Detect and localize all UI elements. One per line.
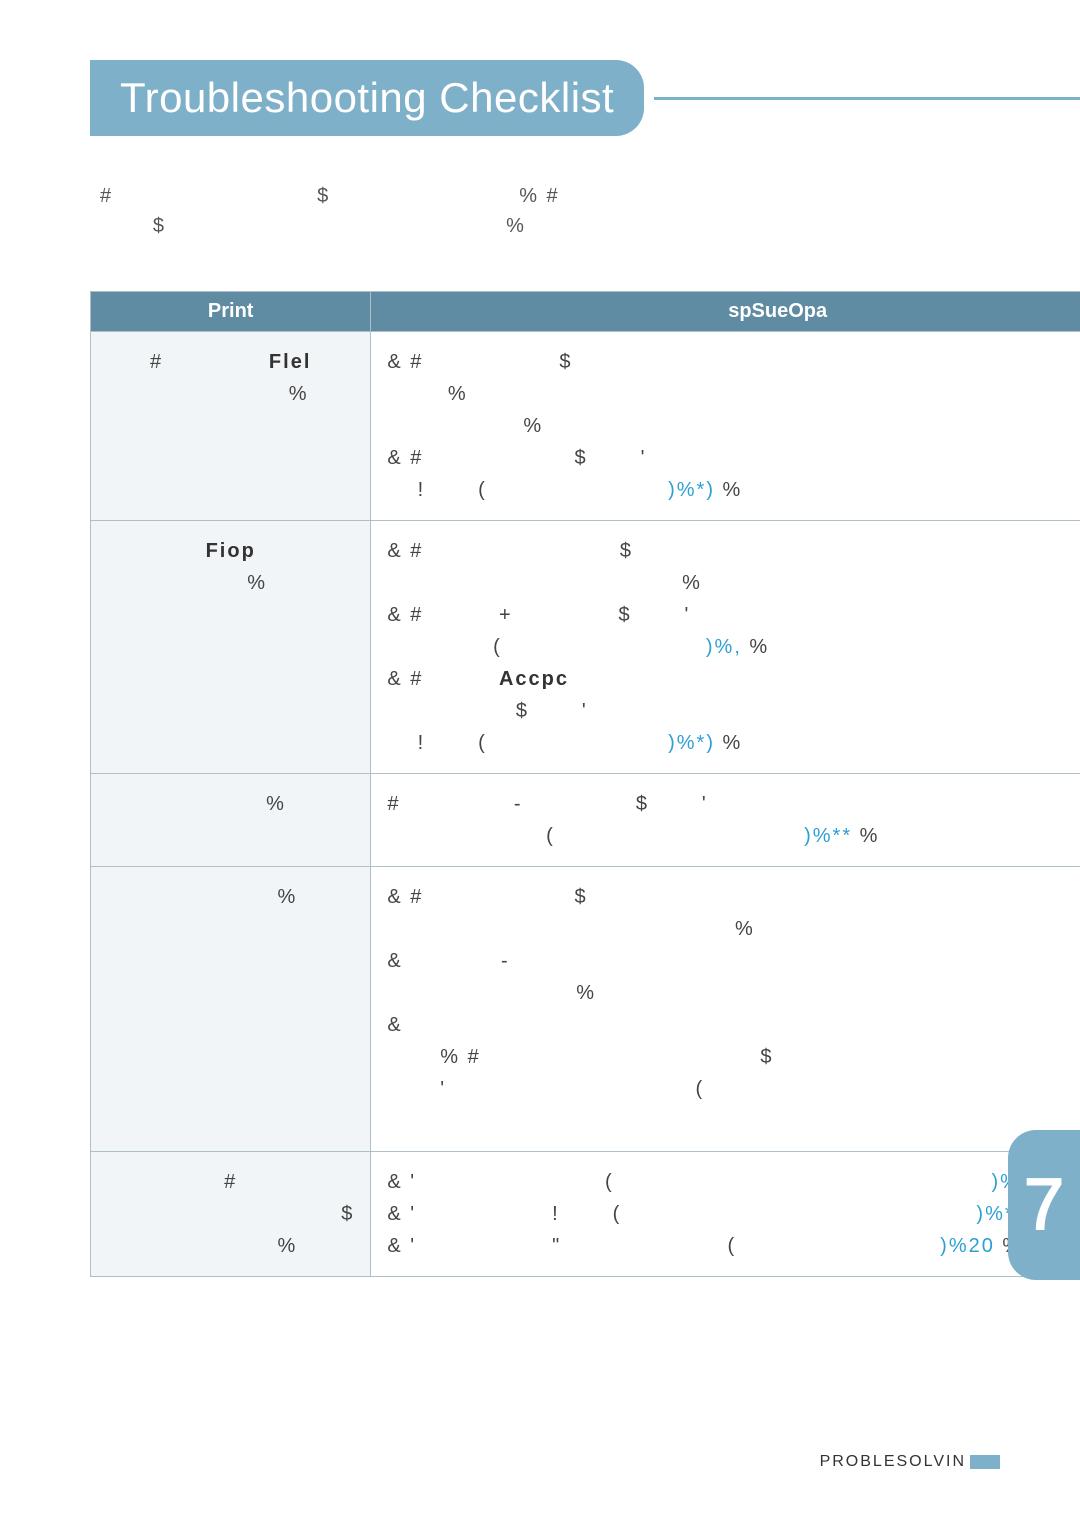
- title-rule: [654, 97, 1080, 100]
- cell-line: [387, 1105, 1080, 1137]
- problem-cell: Fiop %: [91, 521, 371, 774]
- bold-term: Flel: [269, 351, 311, 373]
- cell-line: ! ( )%*) %: [387, 727, 1080, 759]
- cell-line: #: [107, 1166, 354, 1198]
- cell-line: %: [107, 881, 354, 913]
- cell-line: %: [107, 567, 354, 599]
- page-ref-link[interactable]: )%,: [706, 636, 742, 658]
- page-ref-link[interactable]: )%*): [668, 732, 715, 754]
- page-ref-link[interactable]: )%20: [940, 1235, 995, 1257]
- cell-line: & -: [387, 945, 1080, 977]
- chapter-number: 7: [1024, 1164, 1064, 1246]
- cell-line: & ' ! ( )%*) %: [387, 1198, 1080, 1230]
- title-bar: Troubleshooting Checklist: [90, 60, 990, 136]
- solution-cell: & # $ %& # + $ ' ( )%, %& # Accpc $ ': [371, 521, 1080, 774]
- cell-line: %: [107, 378, 354, 410]
- solution-cell: & # $ %& - %& % # $ ': [371, 867, 1080, 1152]
- problem-cell: %: [91, 774, 371, 867]
- cell-line: & # $: [387, 535, 1080, 567]
- bold-term: Fiop: [206, 540, 256, 562]
- cell-line: & # $ ': [387, 442, 1080, 474]
- cell-line: $: [107, 1198, 354, 1230]
- page-ref-link[interactable]: )%*): [668, 479, 715, 501]
- cell-line: %: [387, 913, 1080, 945]
- cell-line: &: [387, 1009, 1080, 1041]
- problem-cell: %: [91, 867, 371, 1152]
- table-row: % # - $ ' ( )%** %: [91, 774, 1080, 867]
- chapter-tab: 7: [1008, 1130, 1080, 1280]
- cell-line: & # $: [387, 881, 1080, 913]
- col-header-problem: Print: [91, 292, 371, 332]
- bold-term: Accpc: [499, 668, 569, 690]
- cell-line: & # Accpc: [387, 663, 1080, 695]
- cell-line: %: [387, 378, 1080, 410]
- cell-line: %: [107, 788, 354, 820]
- table-row: # Flel %& # $ % %& # $ ' ! ( )%*) %: [91, 332, 1080, 521]
- problem-cell: # Flel %: [91, 332, 371, 521]
- table-row: Fiop %& # $ %& # + $ ' ( )%, %& # Accpc: [91, 521, 1080, 774]
- problem-cell: # $ %: [91, 1152, 371, 1277]
- table-row: # $ %& ' ( )%. %& ' ! (: [91, 1152, 1080, 1277]
- solution-cell: # - $ ' ( )%** %: [371, 774, 1080, 867]
- cell-line: % # $: [387, 1041, 1080, 1073]
- page-title: Troubleshooting Checklist: [90, 60, 644, 136]
- cell-line: ( )%, %: [387, 631, 1080, 663]
- col-header-solution: spSueOpa: [371, 292, 1080, 332]
- intro-text: # $ % # $ %: [100, 181, 990, 241]
- cell-line: # Flel: [107, 346, 354, 378]
- cell-line: %: [107, 1230, 354, 1262]
- troubleshooting-table: Print spSueOpa # Flel %& # $ % %& # $ ' …: [90, 291, 1080, 1277]
- cell-line: $ ': [387, 695, 1080, 727]
- cell-line: %: [387, 567, 1080, 599]
- solution-cell: & ' ( )%. %& ' ! ( )%*) %& ' ": [371, 1152, 1080, 1277]
- cell-line: & ' ( )%. %: [387, 1166, 1080, 1198]
- cell-line: & # $: [387, 346, 1080, 378]
- cell-line: Fiop: [107, 535, 354, 567]
- solution-cell: & # $ % %& # $ ' ! ( )%*) %: [371, 332, 1080, 521]
- page-ref-link[interactable]: )%**: [804, 825, 852, 847]
- footer-label: PROBLESOLVIN: [820, 1453, 1000, 1471]
- cell-line: # - $ ': [387, 788, 1080, 820]
- cell-line: & # + $ ': [387, 599, 1080, 631]
- footer-accent-box: [970, 1455, 1000, 1469]
- cell-line: ! ( )%*) %: [387, 474, 1080, 506]
- table-row: %& # $ %& - %& % # $ ': [91, 867, 1080, 1152]
- cell-line: ( )%** %: [387, 820, 1080, 852]
- cell-line: %: [387, 410, 1080, 442]
- cell-line: %: [387, 977, 1080, 1009]
- cell-line: & ' " ( )%20 %: [387, 1230, 1080, 1262]
- cell-line: ' ( )%. %: [387, 1073, 1080, 1105]
